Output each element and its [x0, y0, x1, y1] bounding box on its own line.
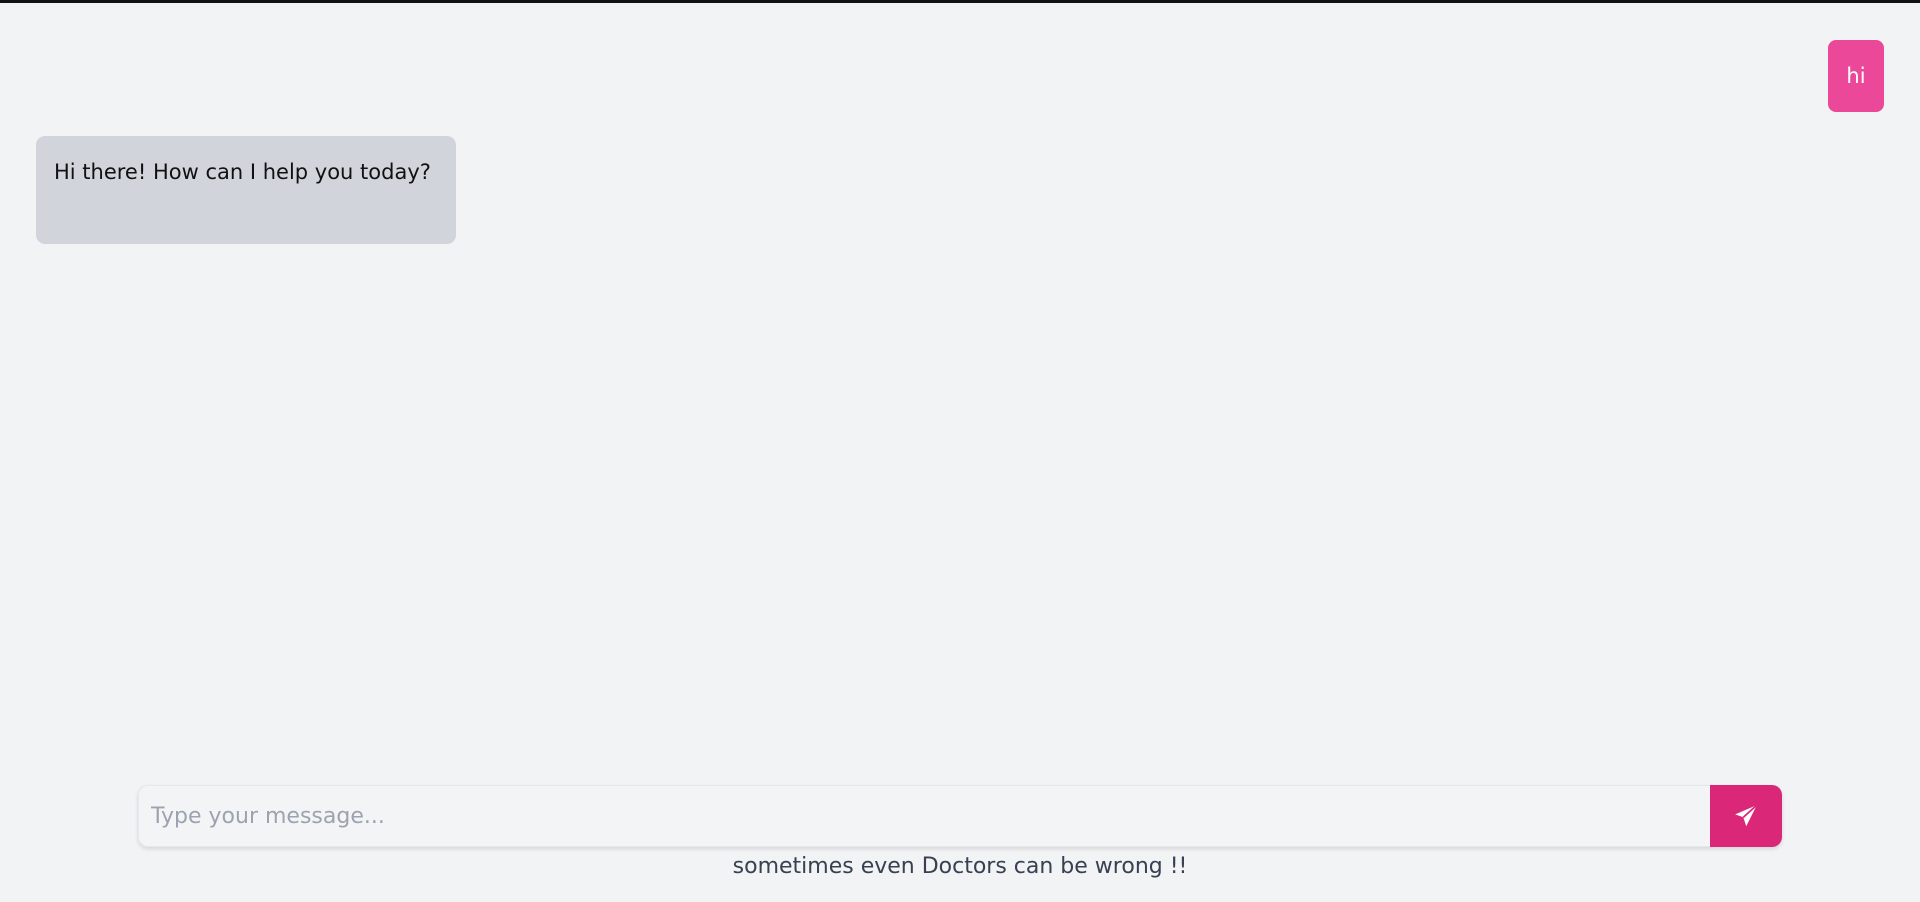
assistant-message-text: Hi there! How can I help you today?	[54, 160, 431, 184]
disclaimer-text: sometimes even Doctors can be wrong !!	[732, 854, 1188, 879]
assistant-message-bubble: Hi there! How can I help you today?	[36, 136, 456, 244]
user-message-text: hi	[1846, 64, 1866, 88]
chat-messages-area[interactable]: hi Hi there! How can I help you today?	[0, 3, 1920, 773]
paper-plane-icon	[1735, 804, 1758, 827]
user-message-bubble: hi	[1828, 40, 1884, 112]
message-input[interactable]	[138, 785, 1710, 847]
message-composer	[138, 785, 1782, 847]
send-button[interactable]	[1710, 785, 1782, 847]
